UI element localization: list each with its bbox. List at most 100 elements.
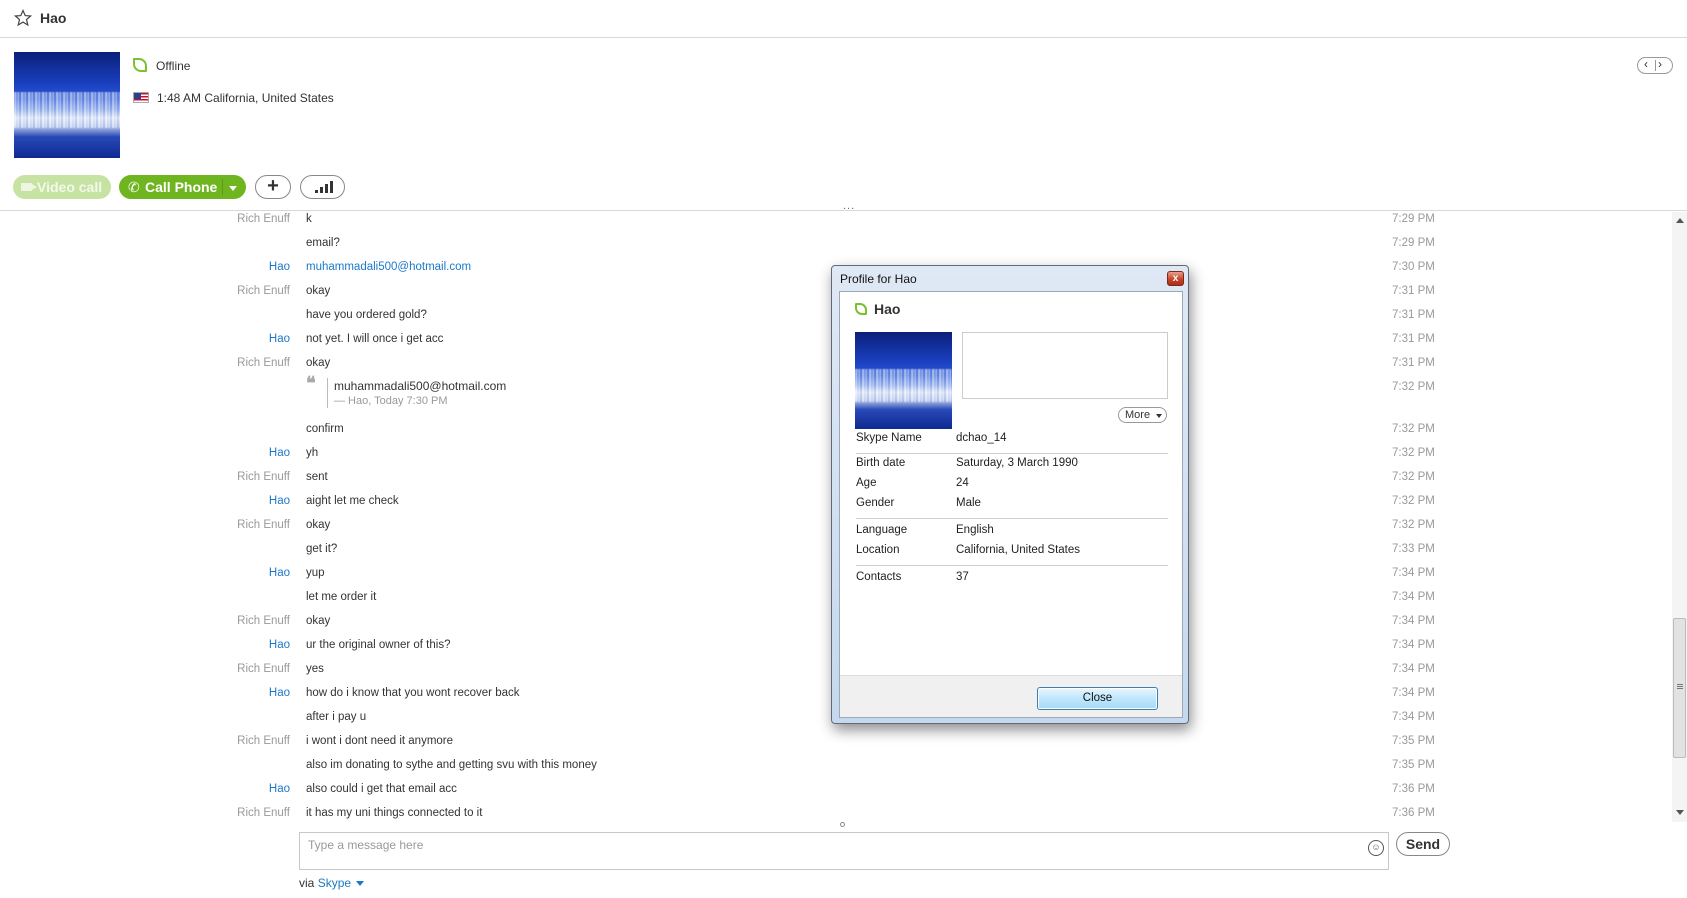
message-sender[interactable]: Rich Enuff — [90, 807, 290, 819]
message-input[interactable] — [308, 836, 1348, 854]
us-flag-icon — [133, 92, 149, 103]
profile-name: Hao — [874, 301, 901, 317]
field-language: Language English — [856, 524, 994, 536]
message-sender[interactable]: Rich Enuff — [90, 471, 290, 483]
nav-arrows: ‹ › — [1637, 57, 1673, 74]
message-timestamp: 7:32 PM — [1392, 495, 1435, 507]
chat-message[interactable]: also im donating to sythe and getting sv… — [0, 755, 1440, 779]
message-sender[interactable]: Hao — [90, 333, 290, 345]
star-icon[interactable] — [14, 9, 32, 27]
scroll-thumb[interactable] — [1673, 618, 1686, 758]
contact-avatar[interactable] — [14, 52, 120, 158]
via-service-name[interactable]: Skype — [318, 876, 351, 890]
via-service-selector[interactable]: via Skype — [299, 876, 365, 890]
field-gender: Gender Male — [856, 497, 981, 509]
call-options-dropdown[interactable] — [229, 186, 237, 191]
message-timestamp: 7:31 PM — [1392, 333, 1435, 345]
profile-avatar — [855, 332, 952, 429]
chat-message[interactable]: Hao yup 7:34 PM — [0, 563, 1440, 587]
chat-message[interactable]: 7:32 PM — [0, 377, 1440, 401]
compose-resize-handle[interactable] — [840, 822, 845, 827]
message-text: email? — [306, 237, 340, 249]
chat-scrollbar[interactable] — [1672, 212, 1687, 822]
message-timestamp: 7:36 PM — [1392, 807, 1435, 819]
close-button[interactable]: Close — [1037, 687, 1158, 710]
chat-message[interactable]: get it? 7:33 PM — [0, 539, 1440, 563]
message-sender[interactable]: Hao — [90, 261, 290, 273]
chevron-down-icon[interactable] — [356, 881, 365, 887]
field-contacts: Contacts 37 — [856, 571, 969, 583]
divider — [856, 518, 1168, 519]
message-sender[interactable]: Rich Enuff — [90, 285, 290, 297]
call-quality-button[interactable] — [300, 175, 345, 199]
chat-message[interactable]: email? 7:29 PM — [0, 233, 1440, 257]
message-timestamp: 7:32 PM — [1392, 471, 1435, 483]
message-sender[interactable]: Hao — [90, 567, 290, 579]
nav-next-button[interactable]: › — [1658, 57, 1662, 71]
chat-message[interactable]: Hao aight let me check 7:32 PM — [0, 491, 1440, 515]
add-button[interactable]: + — [255, 175, 291, 199]
message-compose-box[interactable]: ☺ — [299, 832, 1389, 870]
message-timestamp: 7:34 PM — [1392, 639, 1435, 651]
message-sender[interactable]: Rich Enuff — [90, 663, 290, 675]
send-button[interactable]: Send — [1396, 832, 1450, 856]
emoji-icon[interactable]: ☺ — [1368, 840, 1384, 856]
chat-message[interactable]: Rich Enuff sent 7:32 PM — [0, 467, 1440, 491]
status-leaf-icon — [855, 303, 867, 315]
message-sender[interactable]: Hao — [90, 639, 290, 651]
chat-message[interactable]: Hao muhammadali500@hotmail.com 7:30 PM — [0, 257, 1440, 281]
message-link[interactable]: muhammadali500@hotmail.com — [306, 261, 471, 273]
video-camera-icon — [21, 183, 37, 191]
chat-message[interactable]: Hao also could i get that email acc 7:36 P… — [0, 779, 1440, 803]
local-time: 1:48 AM California, United States — [157, 91, 334, 105]
message-sender[interactable]: Hao — [90, 495, 290, 507]
chat-message[interactable]: confirm 7:32 PM — [0, 419, 1440, 443]
chat-message[interactable]: Hao ur the original owner of this? 7:34 PM — [0, 635, 1440, 659]
video-call-button[interactable]: Video call — [13, 175, 111, 199]
message-timestamp: 7:32 PM — [1392, 447, 1435, 459]
message-sender[interactable]: Hao — [90, 783, 290, 795]
message-sender[interactable]: Rich Enuff — [90, 615, 290, 627]
more-button[interactable]: More — [1118, 407, 1167, 423]
chat-message[interactable]: Rich Enuff yes 7:34 PM — [0, 659, 1440, 683]
message-text: confirm — [306, 423, 344, 435]
status-leaf-icon — [133, 58, 147, 72]
chat-message[interactable]: Rich Enuff okay 7:32 PM — [0, 515, 1440, 539]
chat-message[interactable]: have you ordered gold? 7:31 PM — [0, 305, 1440, 329]
chat-message[interactable]: Rich Enuff it has my uni things connected… — [0, 803, 1440, 822]
chat-message[interactable]: Hao not yet. I will once i get acc 7:31 PM — [0, 329, 1440, 353]
chat-message[interactable]: Rich Enuff i wont i dont need it anymore 7… — [0, 731, 1440, 755]
close-icon[interactable]: x — [1167, 271, 1184, 286]
header-resize-handle[interactable]: ... — [843, 200, 855, 212]
scroll-down-icon[interactable] — [1676, 810, 1684, 815]
message-timestamp: 7:32 PM — [1392, 519, 1435, 531]
message-timestamp: 7:32 PM — [1392, 423, 1435, 435]
field-birth-date: Birth date Saturday, 3 March 1990 — [856, 457, 1078, 469]
chat-message[interactable]: Rich Enuff k 7:29 PM — [0, 212, 1440, 233]
field-age: Age 24 — [856, 477, 969, 489]
message-timestamp: 7:29 PM — [1392, 213, 1435, 225]
nav-prev-button[interactable]: ‹ — [1644, 57, 1648, 71]
message-text: get it? — [306, 543, 338, 555]
scroll-up-icon[interactable] — [1676, 218, 1684, 223]
video-call-label: Video call — [37, 179, 103, 195]
via-label: via — [299, 876, 315, 890]
chat-message[interactable]: Hao yh 7:32 PM — [0, 443, 1440, 467]
message-sender[interactable]: Rich Enuff — [90, 735, 290, 747]
message-text: yes — [306, 663, 324, 675]
chat-message[interactable]: Rich Enuff okay 7:31 PM — [0, 353, 1440, 377]
chat-message[interactable]: Hao how do i know that you wont recover b… — [0, 683, 1440, 707]
message-sender[interactable]: Hao — [90, 447, 290, 459]
chevron-down-icon — [1156, 414, 1162, 418]
message-sender[interactable]: Rich Enuff — [90, 213, 290, 225]
chat-message[interactable]: after i pay u 7:34 PM — [0, 707, 1440, 731]
call-phone-button[interactable]: ✆ Call Phone — [119, 175, 246, 199]
message-sender[interactable]: Rich Enuff — [90, 519, 290, 531]
chat-message[interactable]: Rich Enuff okay 7:34 PM — [0, 611, 1440, 635]
message-sender[interactable]: Rich Enuff — [90, 357, 290, 369]
chat-message[interactable]: let me order it 7:34 PM — [0, 587, 1440, 611]
quote-meta: — Hao, Today 7:30 PM — [334, 395, 448, 407]
quote-mark-icon: ❝ — [306, 373, 316, 394]
chat-message[interactable]: Rich Enuff okay 7:31 PM — [0, 281, 1440, 305]
message-sender[interactable]: Hao — [90, 687, 290, 699]
